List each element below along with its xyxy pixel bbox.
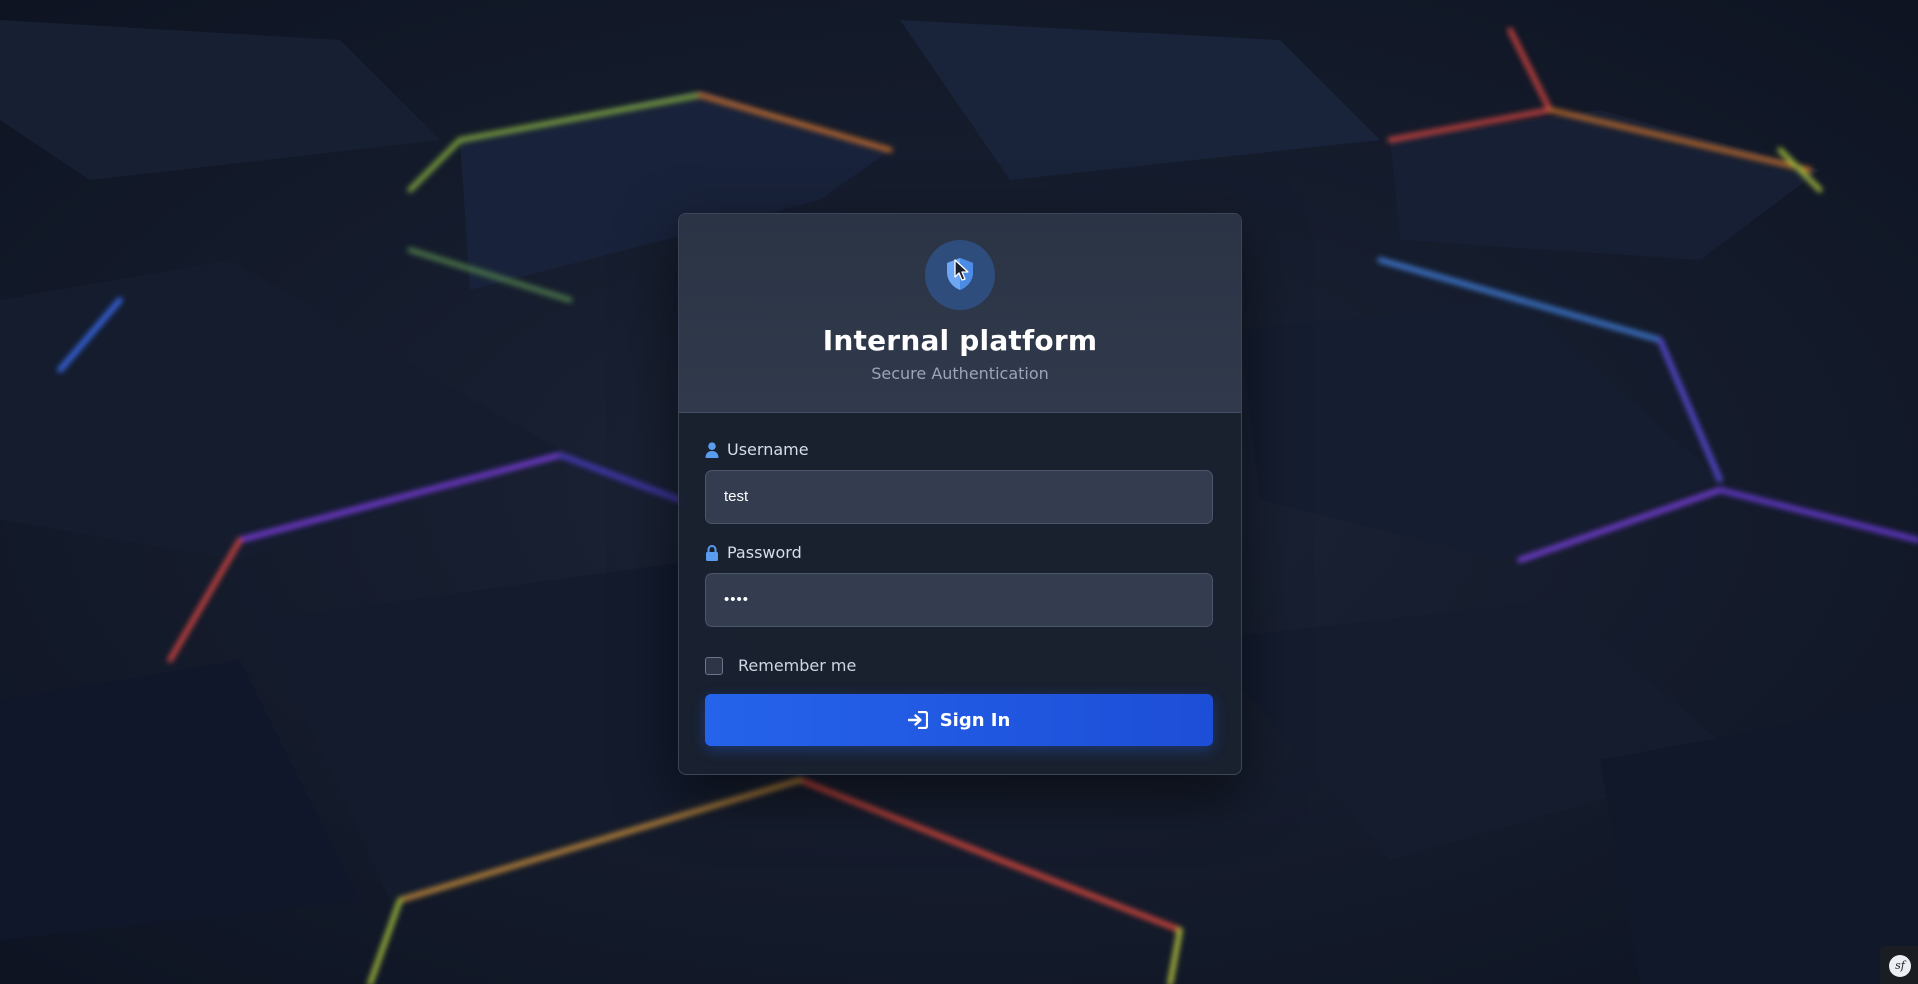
username-label: Username [705, 440, 809, 459]
remember-me-checkbox[interactable] [705, 656, 723, 675]
password-label-text: Password [727, 543, 802, 562]
password-input[interactable]: •••• [705, 573, 1213, 627]
sign-in-icon [907, 711, 928, 729]
page-title: Internal platform [822, 324, 1098, 357]
remember-me-row: Remember me [705, 656, 856, 675]
username-input[interactable]: test [705, 470, 1213, 524]
username-label-text: Username [727, 440, 809, 459]
user-icon [705, 441, 719, 458]
login-card: Internal platform Secure Authentication … [678, 213, 1242, 775]
mouse-cursor-icon [954, 259, 969, 281]
card-header: Internal platform Secure Authentication [679, 214, 1241, 413]
symfony-toolbar-toggle[interactable]: sf [1880, 946, 1918, 984]
lock-icon [706, 544, 718, 561]
remember-me-label[interactable]: Remember me [738, 656, 856, 675]
symfony-icon: sf [1889, 955, 1911, 977]
page-subtitle: Secure Authentication [871, 364, 1049, 383]
sign-in-button[interactable]: Sign In [705, 694, 1213, 746]
password-label: Password [705, 543, 802, 562]
sign-in-label: Sign In [939, 709, 1011, 731]
